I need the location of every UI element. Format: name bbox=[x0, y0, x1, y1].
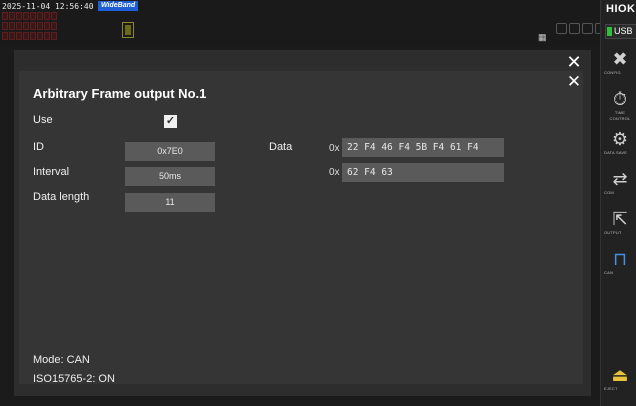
usb-led-icon bbox=[607, 27, 612, 36]
interval-field[interactable]: 50ms bbox=[125, 167, 215, 186]
data-save-button[interactable]: ⚙ DATA SAVE bbox=[604, 128, 636, 166]
datetime-display: 2025-11-04 12:56:40 bbox=[2, 2, 94, 11]
output-icon: ⇱ bbox=[612, 209, 628, 229]
use-checkbox[interactable]: ✓ bbox=[164, 115, 177, 128]
can-button[interactable]: ⊓ CAN bbox=[604, 248, 636, 286]
brand-logo: HIOKI bbox=[606, 3, 636, 15]
com-icon: ⇄ bbox=[612, 169, 628, 189]
port-icon bbox=[582, 23, 593, 34]
data-label: Data bbox=[269, 141, 293, 153]
interval-label: Interval bbox=[33, 166, 70, 178]
port-icon bbox=[556, 23, 567, 34]
port-icon bbox=[569, 23, 580, 34]
eject-icon: ⏏ bbox=[611, 365, 629, 385]
output-button[interactable]: ⇱ OUTPUT bbox=[604, 208, 636, 246]
mode-badge: WideBand bbox=[98, 1, 139, 11]
channel-indicator-row-1 bbox=[2, 12, 57, 20]
iso-text: ISO15765-2: ON bbox=[33, 373, 115, 385]
arbitrary-frame-dialog: Arbitrary Frame output No.1 Use ✓ ID 0x7… bbox=[19, 71, 583, 385]
data-save-icon: ⚙ bbox=[611, 129, 629, 149]
network-icon: ▦ bbox=[538, 32, 547, 42]
usb-indicator: USB bbox=[605, 24, 636, 39]
data-row-2[interactable]: 62 F4 63 bbox=[342, 163, 504, 182]
can-wave-icon: ⊓ bbox=[612, 249, 628, 269]
panel-close-icon[interactable]: ✕ bbox=[565, 53, 583, 71]
config-button[interactable]: ✖ CONFIG bbox=[604, 48, 636, 86]
com-button[interactable]: ⇄ COM bbox=[604, 168, 636, 206]
channel-indicator-row-2 bbox=[2, 22, 57, 30]
time-control-button[interactable]: ⏱ TIME CONTROL bbox=[604, 88, 636, 126]
mode-text: Mode: CAN bbox=[33, 354, 90, 366]
data-length-label: Data length bbox=[33, 191, 90, 203]
id-label: ID bbox=[33, 141, 44, 153]
eject-button[interactable]: ⏏ EJECT bbox=[604, 364, 636, 402]
tools-icon: ✖ bbox=[612, 49, 628, 69]
data-row-1[interactable]: 22 F4 46 F4 5B F4 61 F4 bbox=[342, 138, 504, 157]
channel-indicator-row-3 bbox=[2, 32, 57, 40]
status-bar: 2025-11-04 12:56:40 WideBand ▦ bbox=[0, 0, 606, 46]
hex-prefix: 0x bbox=[329, 143, 340, 154]
port-indicators bbox=[556, 23, 606, 34]
usb-label: USB bbox=[614, 26, 633, 36]
timer-icon: ⏱ bbox=[612, 89, 628, 109]
id-field[interactable]: 0x7E0 bbox=[125, 142, 215, 161]
use-label: Use bbox=[33, 114, 53, 126]
right-sidebar: HIOKI USB ✖ CONFIG ⏱ TIME CONTROL ⚙ DATA… bbox=[600, 0, 636, 406]
dialog-close-icon[interactable]: ✕ bbox=[566, 73, 582, 90]
data-length-field[interactable]: 11 bbox=[125, 193, 215, 212]
dialog-title: Arbitrary Frame output No.1 bbox=[33, 86, 207, 101]
channel-indicator-icon bbox=[122, 22, 134, 38]
hex-prefix: 0x bbox=[329, 167, 340, 178]
